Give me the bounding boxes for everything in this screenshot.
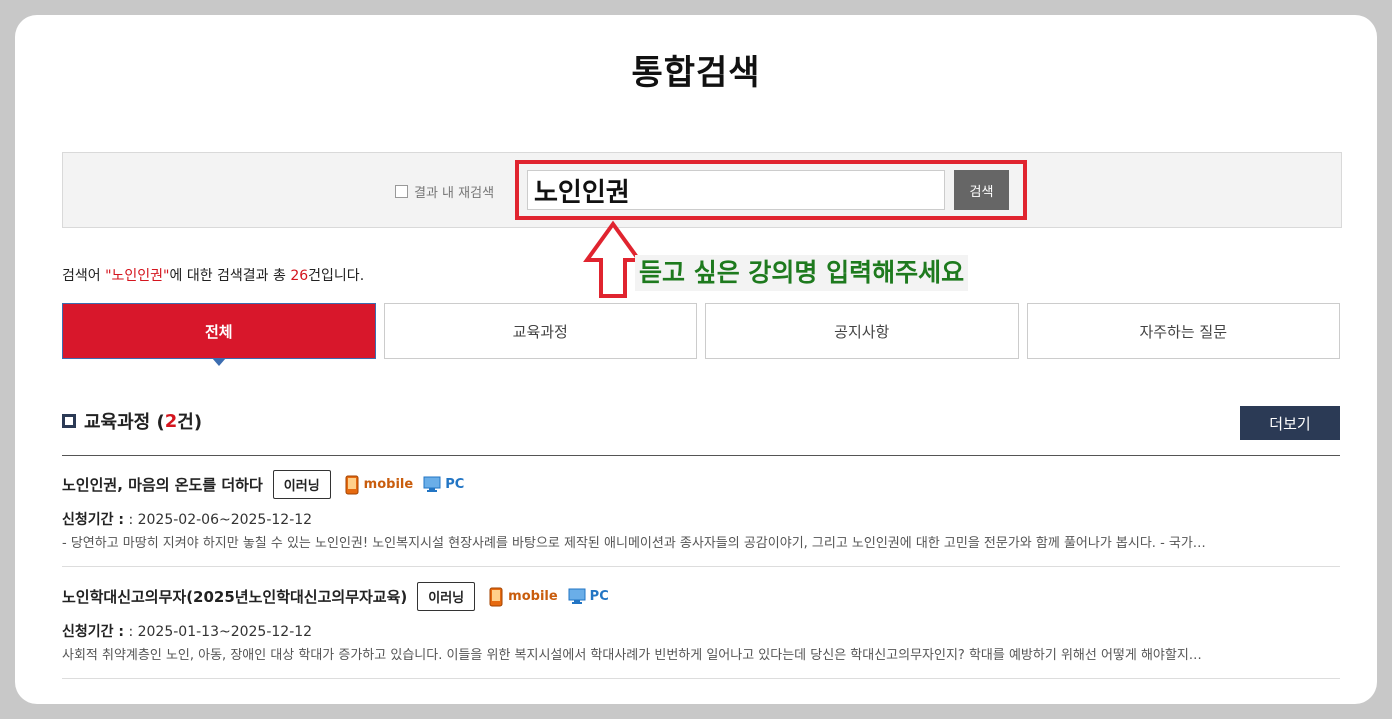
course-title-link[interactable]: 노인인권, 마음의 온도를 더하다 [62, 474, 263, 495]
apply-period: 신청기간 : : 2025-01-13~2025-12-12 [62, 624, 313, 640]
mobile-indicator: mobile [345, 475, 413, 495]
pc-indicator: PC [423, 476, 464, 493]
tab-courses[interactable]: 교육과정 [383, 303, 697, 359]
course-title-link[interactable]: 노인학대신고의무자(2025년노인학대신고의무자교육) [62, 586, 407, 607]
page-title: 통합검색 [631, 53, 761, 93]
elearning-badge: 이러닝 [417, 582, 476, 611]
pc-indicator: PC [568, 588, 609, 605]
course-description: 사회적 취약계층인 노인, 아동, 장애인 대상 학대가 증가하고 있습니다. … [62, 648, 1202, 663]
result-tabs: 전체 교육과정 공지사항 자주하는 질문 [62, 303, 1340, 366]
course-description: - 당연하고 마땅히 지켜야 하지만 놓칠 수 있는 노인인권! 노인복지시설 … [62, 536, 1206, 551]
section-count: 2 [164, 410, 178, 432]
search-button[interactable]: 검색 [954, 170, 1009, 210]
mobile-phone-icon [489, 587, 503, 606]
courses-section-header: 교육과정 (2 건) 더보기 [62, 405, 1340, 456]
mobile-indicator: mobile [489, 587, 558, 607]
monitor-icon [423, 476, 441, 492]
hint-text: 듣고 싶은 강의명 입력해주세요 [635, 255, 969, 291]
checkbox-icon[interactable] [395, 185, 408, 198]
list-item: 노인학대신고의무자(2025년노인학대신고의무자교육) 이러닝 mobile P… [62, 582, 1340, 679]
result-summary: 검색어 "노인인권"에 대한 검색결과 총 26건입니다. [62, 268, 365, 284]
mobile-phone-icon [345, 475, 359, 494]
search-keyword: "노인인권" [105, 268, 170, 284]
tab-notices[interactable]: 공지사항 [705, 303, 1019, 359]
list-item: 노인인권, 마음의 온도를 더하다 이러닝 mobile PC 신청기간 : :… [62, 470, 1340, 567]
result-count: 26 [290, 268, 309, 284]
refine-search-checkbox[interactable]: 결과 내 재검색 [395, 182, 494, 201]
refine-search-label: 결과 내 재검색 [414, 186, 495, 201]
up-arrow-icon [583, 220, 643, 298]
tab-all[interactable]: 전체 [62, 303, 376, 366]
main-card: 통합검색 결과 내 재검색 검색 듣고 싶은 강의명 입력해주세요 검색어 "노… [15, 15, 1377, 704]
search-input[interactable] [527, 170, 945, 210]
apply-period: 신청기간 : : 2025-02-06~2025-12-12 [62, 512, 313, 528]
elearning-badge: 이러닝 [272, 470, 331, 499]
square-bullet-icon [62, 414, 76, 428]
section-title: 교육과정 (2 건) [62, 408, 202, 434]
more-button[interactable]: 더보기 [1240, 406, 1340, 440]
monitor-icon [568, 588, 586, 604]
tab-faq[interactable]: 자주하는 질문 [1026, 303, 1340, 359]
